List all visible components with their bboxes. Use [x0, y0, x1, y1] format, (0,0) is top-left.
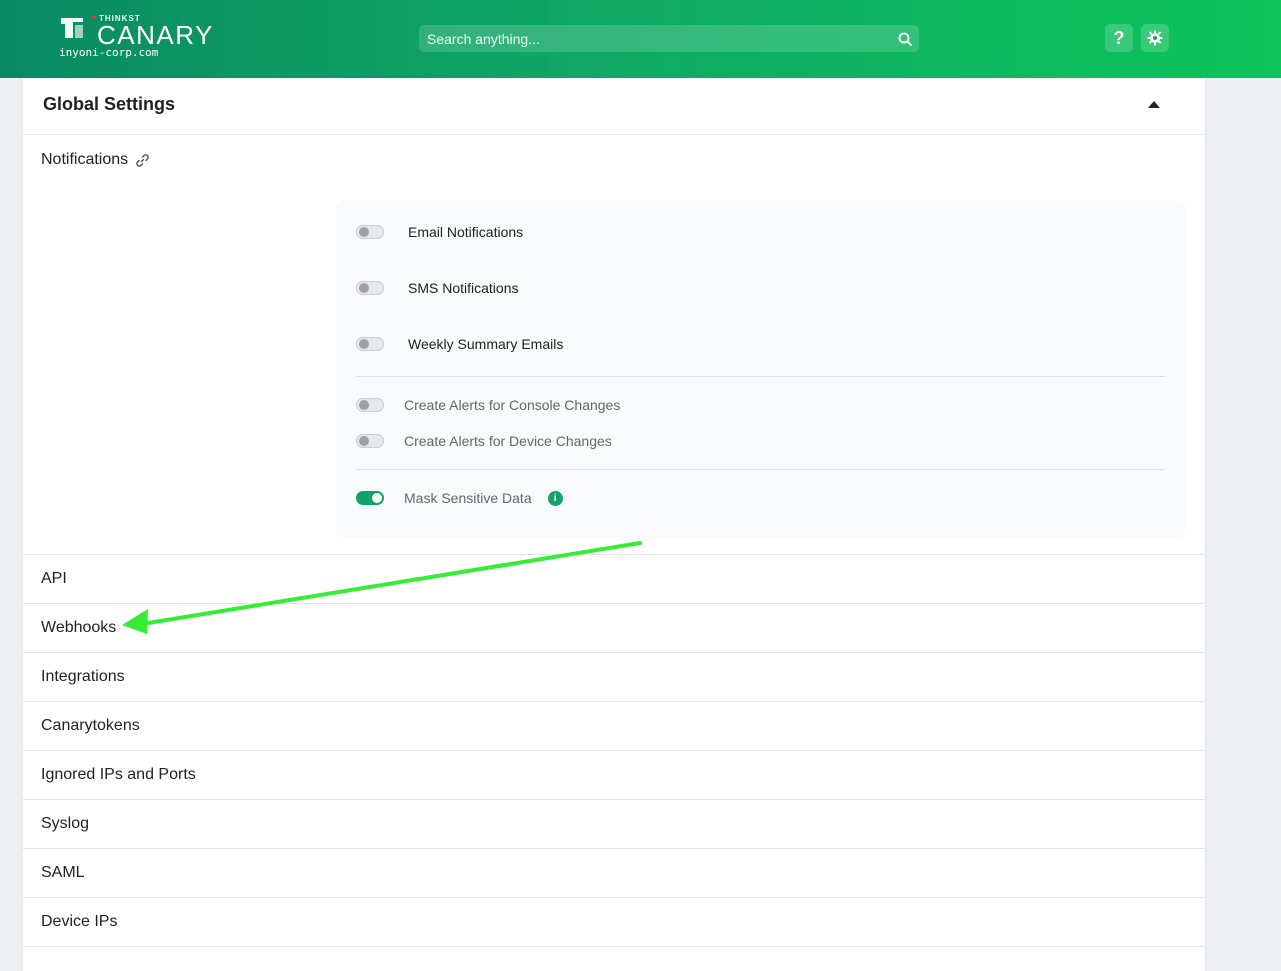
email-notifications-label: Email Notifications — [408, 224, 524, 240]
device-changes-toggle[interactable] — [356, 434, 384, 448]
top-header: THINKST CANARY inyoni-corp.com ? — [0, 0, 1281, 78]
section-label: Webhooks — [41, 619, 117, 636]
section-label: Canarytokens — [41, 717, 140, 734]
info-icon[interactable]: i — [547, 490, 563, 506]
device-changes-row: Create Alerts for Device Changes — [356, 433, 612, 449]
device-changes-label: Create Alerts for Device Changes — [404, 433, 612, 449]
mask-data-row: Mask Sensitive Data i — [356, 490, 563, 506]
section-saml[interactable]: SAML — [23, 849, 1205, 898]
gear-icon — [1147, 30, 1163, 46]
section-integrations[interactable]: Integrations — [23, 653, 1205, 702]
section-device-ips[interactable]: Device IPs — [23, 898, 1205, 947]
search-bar — [419, 25, 919, 52]
sms-notifications-label: SMS Notifications — [408, 280, 519, 296]
section-canarytokens[interactable]: Canarytokens — [23, 702, 1205, 751]
section-label: Ignored IPs and Ports — [41, 766, 196, 783]
card-header[interactable]: Global Settings — [23, 78, 1205, 135]
section-syslog[interactable]: Syslog — [23, 800, 1205, 849]
console-changes-label: Create Alerts for Console Changes — [404, 397, 621, 413]
caret-up-icon[interactable] — [1147, 99, 1161, 109]
link-icon[interactable] — [136, 153, 149, 167]
sms-notifications-toggle[interactable] — [356, 281, 384, 295]
section-label: Device IPs — [41, 913, 118, 930]
sms-notifications-row: SMS Notifications — [356, 280, 518, 296]
notifications-heading: Notifications — [41, 151, 149, 169]
canary-logo-mark-icon — [61, 18, 83, 38]
help-button[interactable]: ? — [1105, 24, 1133, 52]
console-changes-toggle[interactable] — [356, 398, 384, 412]
mask-data-label: Mask Sensitive Data — [404, 490, 532, 506]
notifications-title: Notifications — [41, 151, 129, 168]
page-title: Global Settings — [43, 94, 176, 114]
section-label: SAML — [41, 864, 85, 881]
search-input[interactable] — [419, 25, 891, 52]
notifications-panel: Email Notifications SMS Notifications We… — [336, 200, 1185, 538]
email-notifications-toggle[interactable] — [356, 225, 384, 239]
section-webhooks[interactable]: Webhooks — [23, 604, 1205, 653]
weekly-summary-row: Weekly Summary Emails — [356, 336, 563, 352]
section-label: API — [41, 570, 67, 587]
search-icon[interactable] — [891, 25, 919, 52]
weekly-summary-label: Weekly Summary Emails — [408, 336, 564, 352]
global-settings-card: Global Settings Notifications Email Noti… — [23, 78, 1205, 971]
logo-dot — [92, 15, 96, 19]
account-domain: inyoni-corp.com — [59, 46, 159, 59]
question-icon: ? — [1113, 27, 1125, 48]
section-label: Syslog — [41, 815, 90, 832]
section-ignored-ips[interactable]: Ignored IPs and Ports — [23, 751, 1205, 800]
weekly-summary-toggle[interactable] — [356, 337, 384, 351]
email-notifications-row: Email Notifications — [356, 224, 523, 240]
panel-divider — [356, 469, 1165, 470]
panel-divider — [356, 376, 1165, 377]
section-label: Integrations — [41, 668, 125, 685]
settings-button[interactable] — [1141, 24, 1169, 52]
mask-data-toggle[interactable] — [356, 491, 384, 505]
section-api[interactable]: API — [23, 555, 1205, 604]
console-changes-row: Create Alerts for Console Changes — [356, 397, 620, 413]
